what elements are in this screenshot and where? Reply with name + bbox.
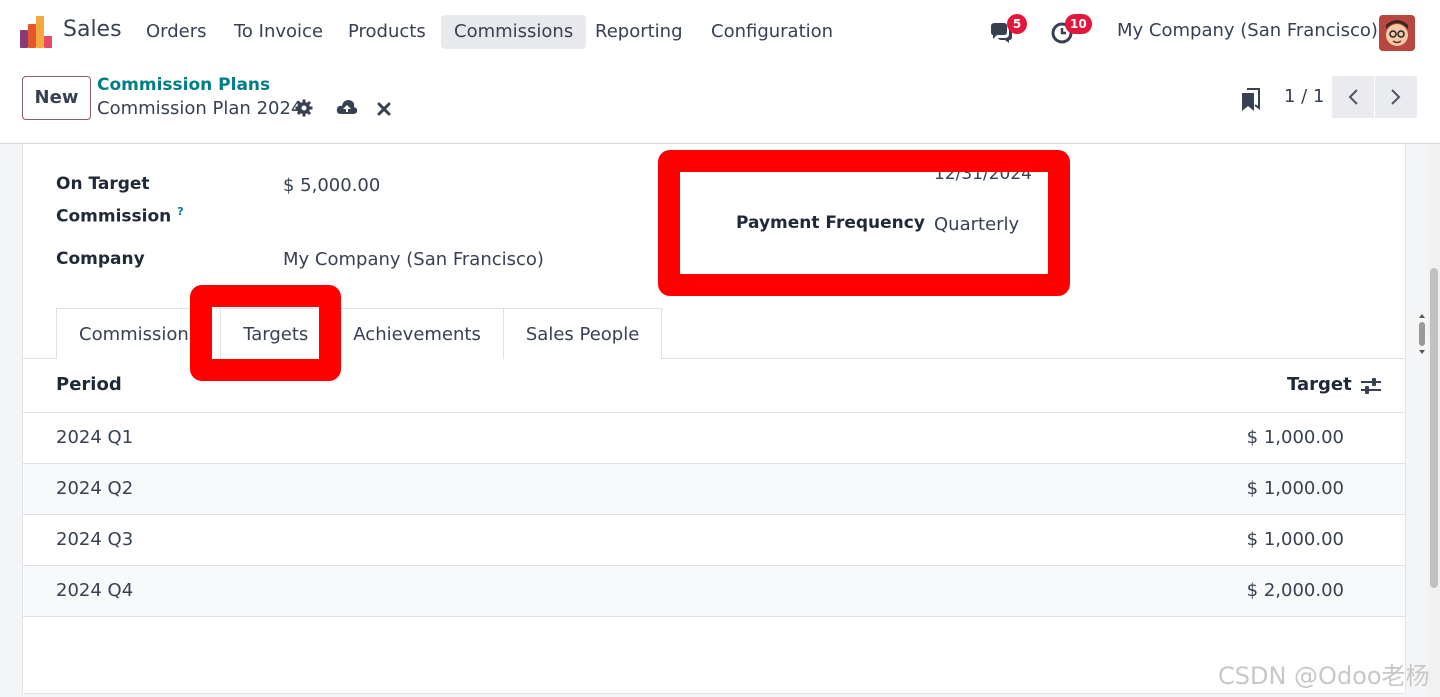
new-button[interactable]: New [22,76,91,120]
company-value[interactable]: My Company (San Francisco) [283,249,544,270]
pager-next-button[interactable] [1375,76,1417,118]
menu-to-invoice[interactable]: To Invoice [221,15,336,49]
record-title: Commission Plan 2024 [97,98,303,119]
on-target-commission-label: On Target Commission ? [56,174,184,227]
top-navbar: Sales Orders To Invoice Products Commiss… [0,0,1440,64]
column-target[interactable]: Target [1287,374,1352,395]
app-name[interactable]: Sales [63,17,122,42]
chevron-right-icon [1391,89,1401,105]
cell-target: $ 1,000.00 [1246,529,1344,550]
table-row[interactable]: 2024 Q3 $ 1,000.00 [23,515,1405,566]
tab-achievements[interactable]: Achievements [330,308,504,359]
breadcrumb-commission-plans[interactable]: Commission Plans [97,75,270,95]
page-scrollbar-thumb[interactable] [1430,268,1438,588]
menu-reporting[interactable]: Reporting [582,15,696,49]
annotation-highlight-targets-tab [190,285,341,381]
menu-orders[interactable]: Orders [133,15,220,49]
menu-commissions[interactable]: Commissions [441,15,587,49]
menu-configuration[interactable]: Configuration [698,15,846,49]
help-tooltip-icon[interactable]: ? [177,205,183,218]
company-label: Company [56,249,145,269]
pager-value[interactable]: 1 / 1 [1284,86,1324,107]
table-row[interactable]: 2024 Q4 $ 2,000.00 [23,566,1405,617]
cell-target: $ 1,000.00 [1246,478,1344,499]
gear-icon[interactable] [295,99,313,121]
cell-period: 2024 Q3 [56,529,134,550]
tabs-scrollbar[interactable] [1417,312,1427,356]
cell-period: 2024 Q4 [56,580,134,601]
cell-target: $ 2,000.00 [1246,580,1344,601]
table-row[interactable]: 2024 Q2 $ 1,000.00 [23,464,1405,515]
save-cloud-icon[interactable] [336,98,358,120]
bookmark-icon[interactable] [1241,88,1261,116]
sales-app-icon[interactable] [20,16,52,48]
cell-period: 2024 Q2 [56,478,134,499]
company-switcher[interactable]: My Company (San Francisco) [1117,20,1378,41]
pager-previous-button[interactable] [1332,76,1374,118]
chevron-left-icon [1348,89,1358,105]
tab-sales-people[interactable]: Sales People [502,308,663,359]
notebook-tabs: Commissions Targets Achievements Sales P… [56,308,663,359]
control-panel: New Commission Plans Commission Plan 202… [0,64,1440,144]
column-period[interactable]: Period [56,374,122,395]
menu-products[interactable]: Products [335,15,439,49]
discard-close-icon[interactable] [377,101,391,120]
page-scrollbar[interactable] [1428,144,1440,697]
activities-badge: 10 [1065,14,1092,34]
cell-target: $ 1,000.00 [1246,427,1344,448]
annotation-highlight-payment-frequency [658,150,1070,296]
cell-period: 2024 Q1 [56,427,134,448]
optional-columns-toggle-icon[interactable] [1360,376,1382,400]
watermark: CSDN @Odoo老杨 [1218,662,1430,690]
messages-badge: 5 [1007,14,1027,34]
table-row[interactable]: 2024 Q1 $ 1,000.00 [23,413,1405,464]
form-content-area: On Target Commission ? $ 5,000.00 Compan… [0,144,1440,697]
on-target-commission-value[interactable]: $ 5,000.00 [283,175,380,196]
user-avatar[interactable] [1379,15,1415,51]
